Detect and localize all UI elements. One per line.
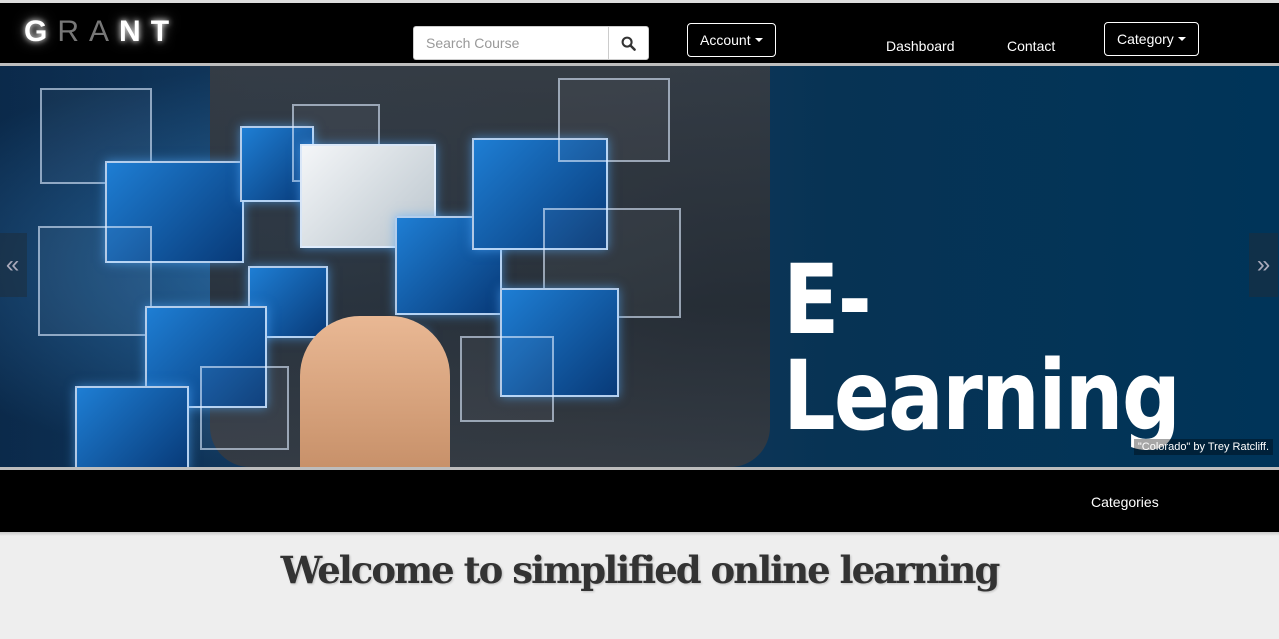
hero-image-tile [460,336,554,422]
nav-contact-link[interactable]: Contact [1007,38,1055,54]
category-label: Category [1117,31,1174,47]
hero-image-tile [38,226,152,336]
welcome-heading: Welcome to simplified online learning [280,548,1001,592]
search-button[interactable] [608,26,649,60]
chevron-left-icon: « [5,251,20,278]
hero-carousel[interactable]: E-Learning "Colorado" by Trey Ratcliff. … [0,66,1279,467]
secondary-navbar: Categories [0,470,1279,532]
caret-down-icon [754,38,763,42]
search-icon [621,36,636,51]
category-dropdown-button[interactable]: Category [1104,22,1199,56]
chevron-right-icon: » [1256,251,1271,278]
search-input[interactable] [413,26,609,60]
hero-image-tile [200,366,289,450]
carousel-next-button[interactable]: » [1249,233,1278,297]
account-dropdown-button[interactable]: Account [687,23,776,57]
account-label: Account [700,32,751,48]
secondary-navbar-shadow [0,532,1279,536]
brand-logo[interactable]: GRANT [24,15,179,49]
carousel-prev-button[interactable]: « [0,233,27,297]
hero-caption: "Colorado" by Trey Ratcliff. [1133,439,1273,455]
caret-down-icon [1177,37,1186,41]
hero-image-tile [75,386,189,467]
search-form [413,26,649,60]
hero-image-tile [558,78,670,162]
hero-image-hand [300,316,450,467]
top-navbar: GRANT Account Dashboard Contact Category [0,0,1279,66]
nav-dashboard-link[interactable]: Dashboard [886,38,955,54]
hero-title: E-Learning [783,244,1181,452]
nav-categories-link[interactable]: Categories [1091,494,1159,510]
